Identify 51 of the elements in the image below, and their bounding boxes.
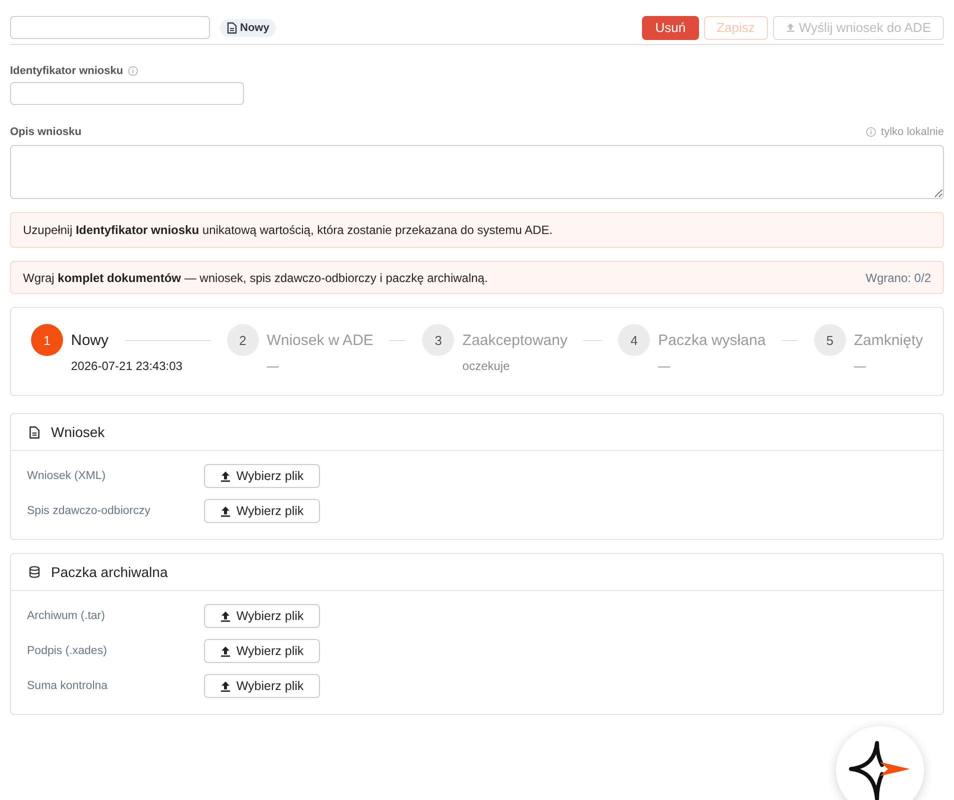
file-label: Archiwum (.tar) <box>27 610 106 622</box>
field-label: Identyfikator wniosku <box>10 65 124 77</box>
upload-counter: Wgrano: 0/2 <box>866 270 931 284</box>
upload-icon <box>220 680 232 692</box>
step-title: Zaakceptowany <box>462 332 568 348</box>
step-title: Zamknięty <box>854 332 923 348</box>
file-label: Wniosek (XML) <box>27 470 107 482</box>
file-label: Spis zdawczo-odbiorczy <box>27 505 152 517</box>
description-textarea[interactable] <box>10 145 944 199</box>
file-label: Suma kontrolna <box>27 680 109 692</box>
assistant-launcher-button[interactable] <box>836 726 924 800</box>
choose-file-button[interactable]: Wybierz plik <box>204 499 320 523</box>
info-icon <box>866 127 876 137</box>
document-icon <box>227 22 237 34</box>
identifier-input[interactable] <box>10 82 244 105</box>
delete-button[interactable]: Usuń <box>642 16 699 40</box>
field-label: Opis wniosku <box>10 126 82 138</box>
upload-icon <box>220 470 232 482</box>
upload-icon <box>220 506 232 516</box>
info-icon <box>128 66 138 76</box>
file-label: Podpis (.xades) <box>27 645 108 657</box>
step-detail: oczekuje <box>462 359 510 373</box>
step-title: Paczka wysłana <box>658 332 766 348</box>
step-title: Wniosek w ADE <box>266 332 374 348</box>
choose-file-button[interactable]: Wybierz plik <box>204 639 320 663</box>
star-logo-icon <box>849 741 911 800</box>
section-title: Paczka archiwalna <box>51 564 168 580</box>
step-number: 2 <box>226 324 259 356</box>
step-number: 5 <box>814 324 846 356</box>
step-detail: — <box>854 359 866 373</box>
choose-file-button[interactable]: Wybierz plik <box>204 464 320 488</box>
step-detail: — <box>658 359 670 373</box>
step-detail: 2026-07-21 23:43:03 <box>71 359 182 373</box>
step-number: 4 <box>618 324 650 356</box>
title-input[interactable] <box>10 16 210 39</box>
step-number: 1 <box>31 324 63 356</box>
upload-icon <box>220 610 232 622</box>
choose-file-button[interactable]: Wybierz plik <box>204 604 320 628</box>
alert-text: Uzupełnij Identyfikator wniosku unikatową wartością, która zostanie przekazana do systemu ADE. <box>23 223 553 237</box>
alert-text: Wgraj komplet dokumentów — wniosek, spis zdawczo-odbiorczy i paczkę archiwalną. <box>23 270 488 284</box>
section-title: Wniosek <box>51 424 105 440</box>
database-icon <box>29 566 40 578</box>
upload-icon <box>786 23 795 32</box>
document-icon <box>29 426 40 438</box>
hint-text: tylko lokalnie <box>881 126 944 138</box>
step-title: Nowy <box>71 332 109 348</box>
step-number: 3 <box>422 324 454 356</box>
status-badge: Nowy <box>220 18 276 36</box>
step-detail: — <box>266 359 279 373</box>
upload-icon <box>220 646 232 656</box>
choose-file-button[interactable]: Wybierz plik <box>204 674 320 698</box>
